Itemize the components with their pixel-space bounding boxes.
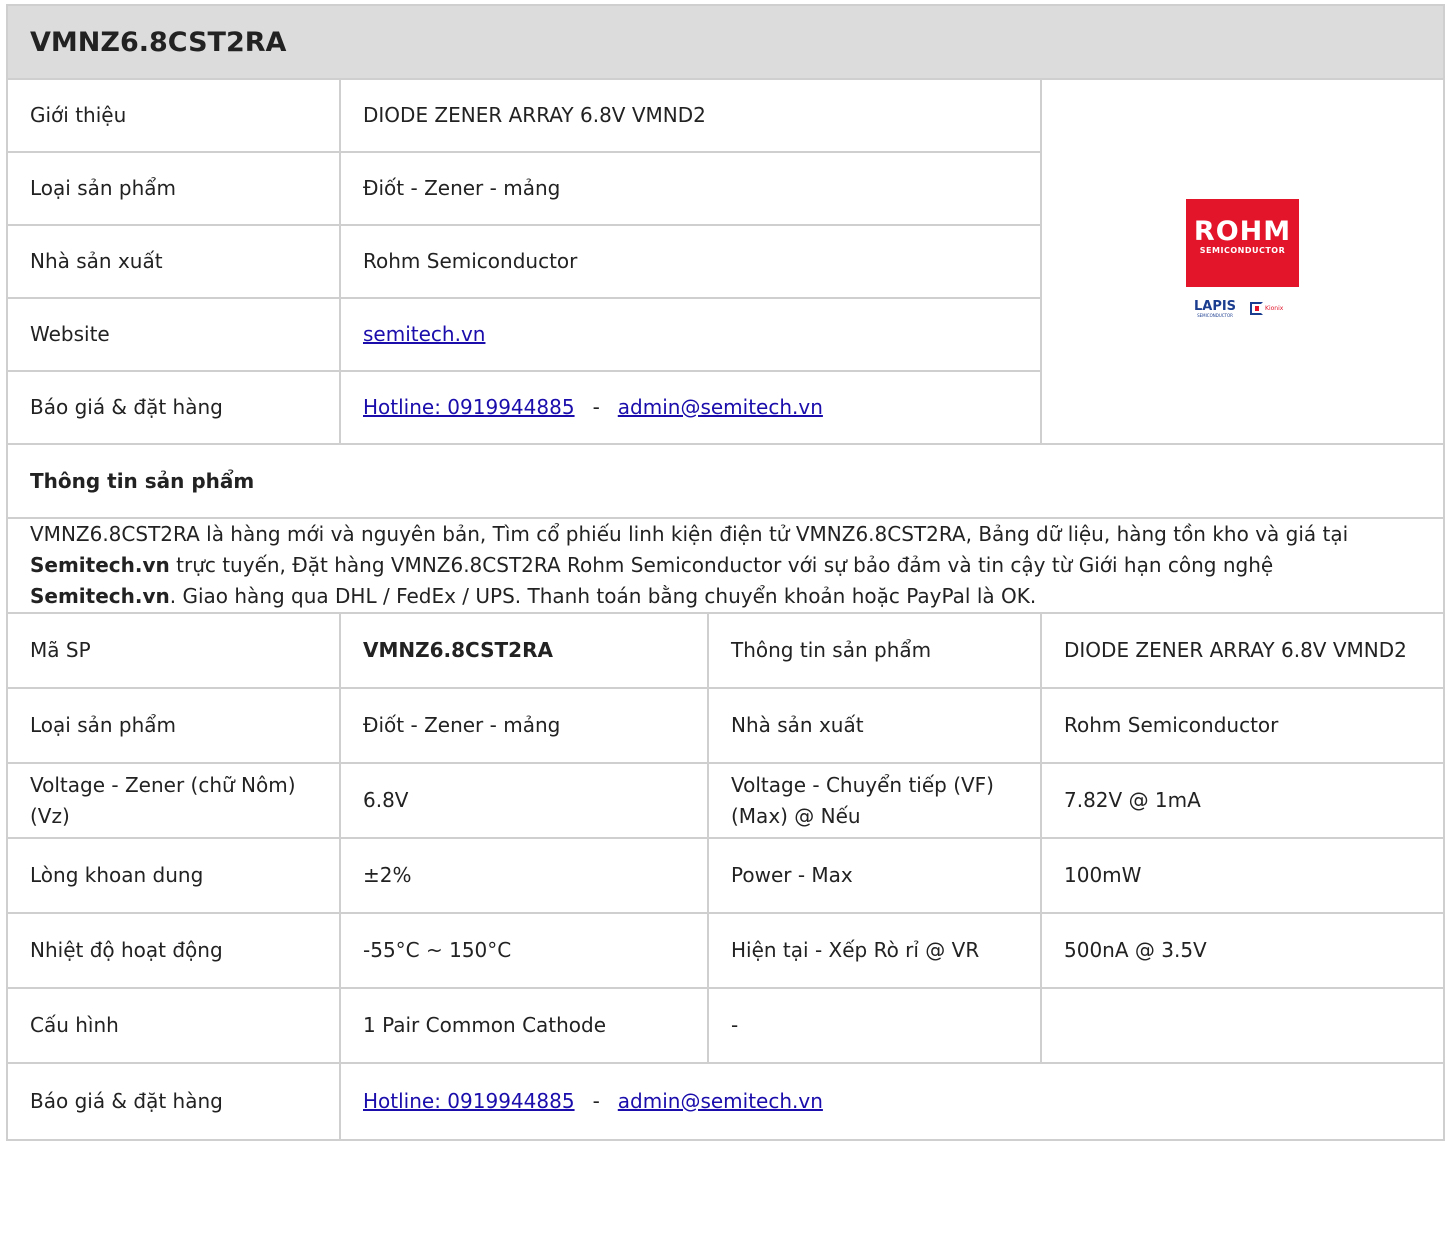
spec-label: Nhà sản xuất: [707, 687, 1042, 764]
spec-value: 6.8V: [339, 762, 709, 839]
lapis-logo-text: LAPIS: [1193, 298, 1237, 314]
spec-label: Cấu hình: [6, 987, 341, 1064]
product-spec-table: VMNZ6.8CST2RA Giới thiệu DIODE ZENER ARR…: [5, 4, 1446, 1141]
summary-value: Hotline: 0919944885- admin@semitech.vn: [339, 370, 1042, 445]
link-separator: -: [592, 395, 600, 419]
summary-value: Rohm Semiconductor: [339, 224, 1042, 299]
summary-label: Báo giá & đặt hàng: [6, 370, 341, 445]
spec-label: Nhiệt độ hoạt động: [6, 912, 341, 989]
spec-label: Thông tin sản phẩm: [707, 612, 1042, 689]
spec-label: Power - Max: [707, 837, 1042, 914]
spec-row: Nhiệt độ hoạt động -55°C ~ 150°C Hiện tạ…: [6, 912, 1446, 989]
spec-value: [1039, 987, 1446, 1064]
hotline-link[interactable]: Hotline: 0919944885: [363, 395, 575, 419]
kionix-logo-text: Kionix: [1265, 305, 1284, 312]
spec-row: Voltage - Zener (chữ Nôm) (Vz) 6.8V Volt…: [6, 762, 1446, 839]
description-text: trực tuyến, Đặt hàng VMNZ6.8CST2RA Rohm …: [169, 553, 1274, 577]
kionix-logo-icon: [1250, 302, 1264, 315]
manufacturer-logo-cell: ROHM SEMICONDUCTOR LAPIS SEMICONDUCTOR K…: [1039, 78, 1446, 445]
kionix-logo: Kionix: [1250, 293, 1283, 324]
spec-label: Voltage - Chuyển tiếp (VF) (Max) @ Nếu: [707, 762, 1042, 839]
spec-label: Hiện tại - Xếp Rò rỉ @ VR: [707, 912, 1042, 989]
website-link[interactable]: semitech.vn: [363, 322, 485, 346]
email-link[interactable]: admin@semitech.vn: [618, 1089, 823, 1113]
product-description: VMNZ6.8CST2RA là hàng mới và nguyên bản,…: [5, 517, 1446, 614]
spec-value: 1 Pair Common Cathode: [339, 987, 709, 1064]
spec-value: DIODE ZENER ARRAY 6.8V VMND2: [1039, 612, 1446, 689]
rohm-logo: ROHM SEMICONDUCTOR LAPIS SEMICONDUCTOR K…: [1186, 199, 1300, 324]
spec-row: Mã SP VMNZ6.8CST2RA Thông tin sản phẩm D…: [6, 612, 1446, 689]
spec-label: Voltage - Zener (chữ Nôm) (Vz): [6, 762, 341, 839]
section-title: Thông tin sản phẩm: [5, 443, 1446, 519]
rohm-logo-text: ROHM: [1193, 216, 1292, 247]
summary-value: Điốt - Zener - mảng: [339, 151, 1042, 226]
order-row: Báo giá & đặt hàng Hotline: 0919944885- a…: [6, 1062, 1446, 1141]
spec-row: Cấu hình 1 Pair Common Cathode -: [6, 987, 1446, 1064]
summary-label: Giới thiệu: [6, 78, 341, 153]
order-links: Hotline: 0919944885- admin@semitech.vn: [338, 1062, 1446, 1141]
spec-row: Lòng khoan dung ±2% Power - Max 100mW: [6, 837, 1446, 914]
order-label: Báo giá & đặt hàng: [6, 1062, 341, 1141]
rohm-logo-subtext: SEMICONDUCTOR: [1199, 246, 1286, 255]
spec-value: 100mW: [1039, 837, 1446, 914]
summary-value: DIODE ZENER ARRAY 6.8V VMND2: [339, 78, 1042, 153]
sub-brand-row: LAPIS SEMICONDUCTOR Kionix: [1186, 293, 1299, 324]
spec-value: ±2%: [339, 837, 709, 914]
summary-label: Loại sản phẩm: [6, 151, 341, 226]
email-link[interactable]: admin@semitech.vn: [618, 395, 823, 419]
spec-value: Điốt - Zener - mảng: [339, 687, 709, 764]
spec-label: Loại sản phẩm: [6, 687, 341, 764]
summary-row-intro: Giới thiệu DIODE ZENER ARRAY 6.8V VMND2 …: [6, 78, 1446, 445]
spec-label: -: [707, 987, 1042, 1064]
link-separator: -: [592, 1089, 600, 1113]
spec-label: Lòng khoan dung: [6, 837, 341, 914]
spec-label: Mã SP: [6, 612, 341, 689]
part-number: VMNZ6.8CST2RA: [363, 638, 553, 662]
rohm-logo-box: ROHM SEMICONDUCTOR: [1186, 199, 1300, 287]
summary-label: Website: [6, 297, 341, 372]
spec-value: 7.82V @ 1mA: [1039, 762, 1446, 839]
hotline-link[interactable]: Hotline: 0919944885: [363, 1089, 575, 1113]
spec-row: Loại sản phẩm Điốt - Zener - mảng Nhà sả…: [6, 687, 1446, 764]
description-site-name: Semitech.vn: [30, 553, 170, 577]
summary-value: semitech.vn: [339, 297, 1042, 372]
product-title: VMNZ6.8CST2RA: [5, 4, 1446, 80]
spec-value: -55°C ~ 150°C: [339, 912, 709, 989]
summary-label: Nhà sản xuất: [6, 224, 341, 299]
description-text: VMNZ6.8CST2RA là hàng mới và nguyên bản,…: [30, 522, 1349, 546]
description-text: . Giao hàng qua DHL / FedEx / UPS. Thanh…: [169, 584, 1037, 608]
spec-value: Rohm Semiconductor: [1039, 687, 1446, 764]
lapis-logo: LAPIS SEMICONDUCTOR: [1186, 300, 1244, 318]
description-site-name: Semitech.vn: [30, 584, 170, 608]
spec-value: VMNZ6.8CST2RA: [339, 612, 709, 689]
spec-value: 500nA @ 3.5V: [1039, 912, 1446, 989]
